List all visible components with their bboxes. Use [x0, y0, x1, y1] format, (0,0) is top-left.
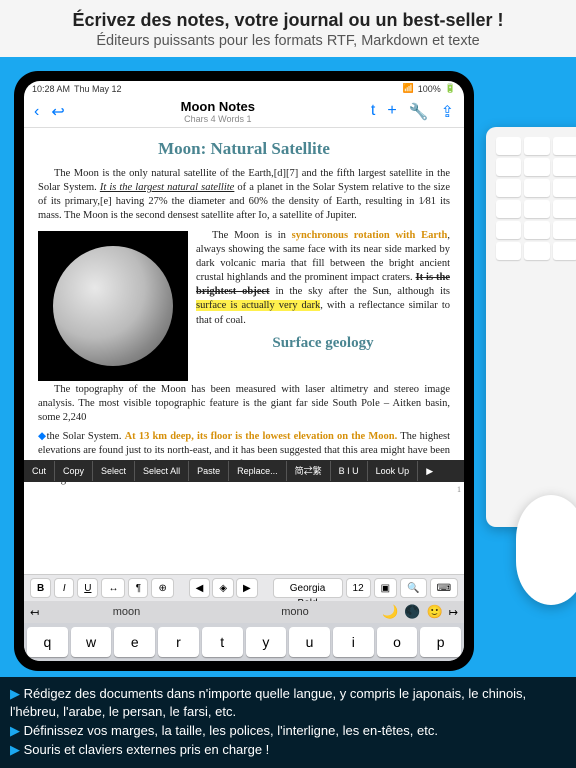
font-size[interactable]: 12: [346, 578, 371, 598]
back-button[interactable]: ‹: [34, 103, 39, 121]
status-bar: 10:28 AMThu May 12 📶 100% 🔋: [24, 81, 464, 96]
promo-footer: ▶ Rédigez des documents dans n'importe q…: [0, 677, 576, 768]
ctx-lookup[interactable]: Look Up: [368, 461, 419, 481]
ipad-device: 10:28 AMThu May 12 📶 100% 🔋 ‹ ↩ Moon Not…: [14, 71, 474, 671]
share-button[interactable]: ⇪: [441, 102, 454, 122]
key-r[interactable]: r: [158, 627, 199, 657]
typography-button[interactable]: t: [371, 102, 375, 122]
emoji-moon[interactable]: 🌙: [382, 604, 398, 620]
ipad-screen: 10:28 AMThu May 12 📶 100% 🔋 ‹ ↩ Moon Not…: [24, 81, 464, 661]
format-toolbar: B I U ↔ ¶ ⊕ ◀ ◈ ▶ Georgia Bold 12 ▣ 🔍 ⌨: [24, 574, 464, 601]
emoji-face[interactable]: 🙂: [427, 604, 443, 620]
ctx-copy[interactable]: Copy: [55, 461, 93, 481]
undo-button[interactable]: ↩: [51, 102, 64, 122]
ctx-replace[interactable]: Replace...: [229, 461, 287, 481]
char-button[interactable]: ⊕: [151, 578, 173, 598]
external-keyboard: [486, 127, 576, 527]
nav-right-button[interactable]: ▶: [236, 578, 258, 598]
tools-button[interactable]: 🔧: [409, 102, 429, 122]
nav-left-button[interactable]: ◀: [189, 578, 211, 598]
strike-button[interactable]: ↔: [101, 578, 125, 598]
paragraph: The Moon is the only natural satellite o…: [38, 167, 450, 224]
context-menu: Cut Copy Select Select All Paste Replace…: [24, 460, 464, 482]
emoji-newmoon[interactable]: 🌑: [404, 604, 420, 620]
keyboard-toggle[interactable]: ⌨: [430, 578, 458, 598]
arrow-right-icon[interactable]: ↦: [449, 606, 458, 619]
add-button[interactable]: +: [387, 102, 396, 122]
bold-button[interactable]: B: [30, 578, 51, 598]
key-o[interactable]: o: [377, 627, 418, 657]
ctx-biu[interactable]: B I U: [331, 461, 368, 481]
suggestion[interactable]: mono: [214, 606, 377, 618]
moon-image: [38, 231, 188, 381]
document-body[interactable]: Moon: Natural Satellite The Moon is the …: [24, 128, 464, 574]
search-button[interactable]: 🔍: [400, 578, 426, 598]
nav-center-button[interactable]: ◈: [212, 578, 234, 598]
ctx-convert[interactable]: 简⇄繁: [287, 461, 331, 481]
promo-header: Écrivez des notes, votre journal ou un b…: [0, 0, 576, 57]
key-t[interactable]: t: [202, 627, 243, 657]
suggestion-bar: ↤ moon mono 🌙 🌑 🙂 ↦: [24, 601, 464, 623]
navbar: ‹ ↩ Moon Notes Chars 4 Words 1 t + 🔧 ⇪: [24, 96, 464, 128]
external-mouse: [516, 495, 576, 605]
promo-title: Écrivez des notes, votre journal ou un b…: [12, 10, 564, 31]
arrow-left-icon[interactable]: ↤: [30, 606, 39, 619]
font-picker[interactable]: Georgia Bold: [273, 578, 343, 598]
doc-stats: Chars 4 Words 1: [65, 114, 371, 124]
ctx-select[interactable]: Select: [93, 461, 135, 481]
ctx-selectall[interactable]: Select All: [135, 461, 189, 481]
key-p[interactable]: p: [420, 627, 461, 657]
doc-heading: Moon: Natural Satellite: [38, 138, 450, 161]
promo-subtitle: Éditeurs puissants pour les formats RTF,…: [12, 33, 564, 49]
italic-button[interactable]: I: [54, 578, 74, 598]
ctx-more[interactable]: ▶: [418, 461, 441, 481]
ctx-cut[interactable]: Cut: [24, 461, 55, 481]
key-i[interactable]: i: [333, 627, 374, 657]
key-y[interactable]: y: [246, 627, 287, 657]
key-w[interactable]: w: [71, 627, 112, 657]
onscreen-keyboard: q w e r t y u i o p: [24, 623, 464, 661]
indent-button[interactable]: ¶: [128, 578, 148, 598]
key-q[interactable]: q: [27, 627, 68, 657]
doc-title: Moon Notes: [65, 99, 371, 114]
key-u[interactable]: u: [289, 627, 330, 657]
color-button[interactable]: ▣: [374, 578, 397, 598]
ctx-paste[interactable]: Paste: [189, 461, 229, 481]
underline-button[interactable]: U: [77, 578, 98, 598]
paragraph: The topography of the Moon has been meas…: [38, 383, 450, 426]
key-e[interactable]: e: [114, 627, 155, 657]
scene: 10:28 AMThu May 12 📶 100% 🔋 ‹ ↩ Moon Not…: [0, 57, 576, 685]
suggestion[interactable]: moon: [45, 606, 208, 618]
